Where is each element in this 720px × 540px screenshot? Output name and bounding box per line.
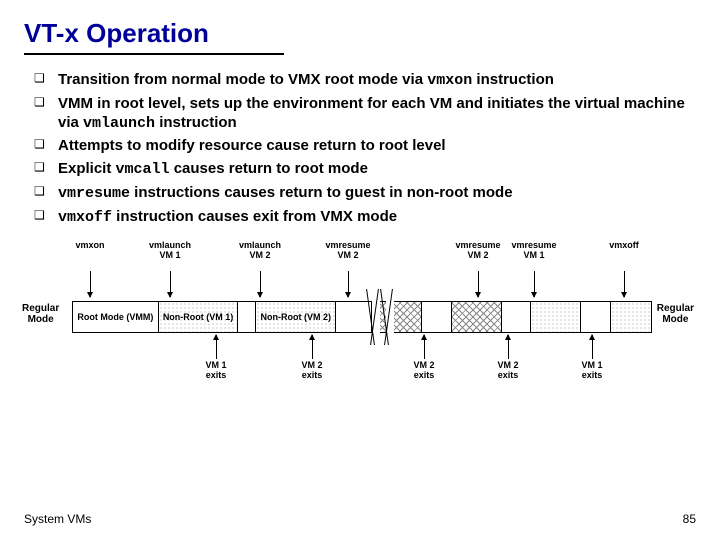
top-labels: vmxon vmlaunchVM 1 vmlaunchVM 2 vmresumeVM … — [24, 241, 696, 273]
footer-right: 85 — [683, 512, 696, 526]
transition-label: vmxoff — [600, 241, 648, 251]
slide-title: VT-x Operation — [24, 18, 696, 49]
bullet-item: Transition from normal mode to VMX root … — [34, 71, 696, 91]
arrow-down-icon — [170, 271, 171, 297]
arrow-up-icon — [216, 335, 217, 359]
bullet-item: vmresume instructions causes return to g… — [34, 184, 696, 204]
transition-label: vmlaunchVM 1 — [146, 241, 194, 261]
transition-label: vmresumeVM 2 — [454, 241, 502, 261]
slide-footer: System VMs 85 — [24, 512, 696, 526]
mode-segment: Non-Root (VM 2) — [256, 302, 336, 332]
bullet-item: Attempts to modify resource cause return… — [34, 137, 696, 156]
mode-segment — [336, 302, 372, 332]
arrow-down-icon — [534, 271, 535, 297]
time-break-icon — [386, 289, 406, 345]
bullet-item: VMM in root level, sets up the environme… — [34, 95, 696, 134]
bullet-item: Explicit vmcall causes return to root mo… — [34, 160, 696, 180]
arrow-down-icon — [348, 271, 349, 297]
arrow-up-icon — [312, 335, 313, 359]
arrow-down-icon — [260, 271, 261, 297]
exit-label: VM 2exits — [292, 361, 332, 381]
mode-segment: Non-Root (VM 1) — [159, 302, 239, 332]
arrow-down-icon — [90, 271, 91, 297]
transition-label: vmresumeVM 1 — [510, 241, 558, 261]
mode-segment — [452, 302, 502, 332]
title-underline — [24, 53, 284, 55]
footer-left: System VMs — [24, 512, 91, 526]
transition-label: vmxon — [66, 241, 114, 251]
mode-segment — [238, 302, 256, 332]
arrow-down-icon — [624, 271, 625, 297]
exit-label: VM 1exits — [572, 361, 612, 381]
exit-label: VM 1exits — [196, 361, 236, 381]
transition-label: vmresumeVM 2 — [324, 241, 372, 261]
arrow-up-icon — [508, 335, 509, 359]
arrow-up-icon — [592, 335, 593, 359]
mode-segment: Root Mode (VMM) — [73, 302, 159, 332]
mode-segment — [581, 302, 611, 332]
bullet-list: Transition from normal mode to VMX root … — [34, 71, 696, 227]
arrow-up-icon — [424, 335, 425, 359]
mode-segment — [531, 302, 581, 332]
bullet-item: vmxoff instruction causes exit from VMX … — [34, 208, 696, 228]
arrow-down-icon — [478, 271, 479, 297]
mode-segment — [611, 302, 651, 332]
exit-label: VM 2exits — [404, 361, 444, 381]
transition-label: vmlaunchVM 2 — [236, 241, 284, 261]
left-mode-label: RegularMode — [22, 303, 59, 325]
mode-segment — [502, 302, 532, 332]
exit-label: VM 2exits — [488, 361, 528, 381]
right-mode-label: RegularMode — [657, 303, 694, 325]
mode-bar: Root Mode (VMM)Non-Root (VM 1) Non-Root (… — [72, 301, 652, 333]
mode-segment — [422, 302, 452, 332]
vtx-timeline-diagram: vmxon vmlaunchVM 1 vmlaunchVM 2 vmresumeVM … — [24, 241, 696, 421]
